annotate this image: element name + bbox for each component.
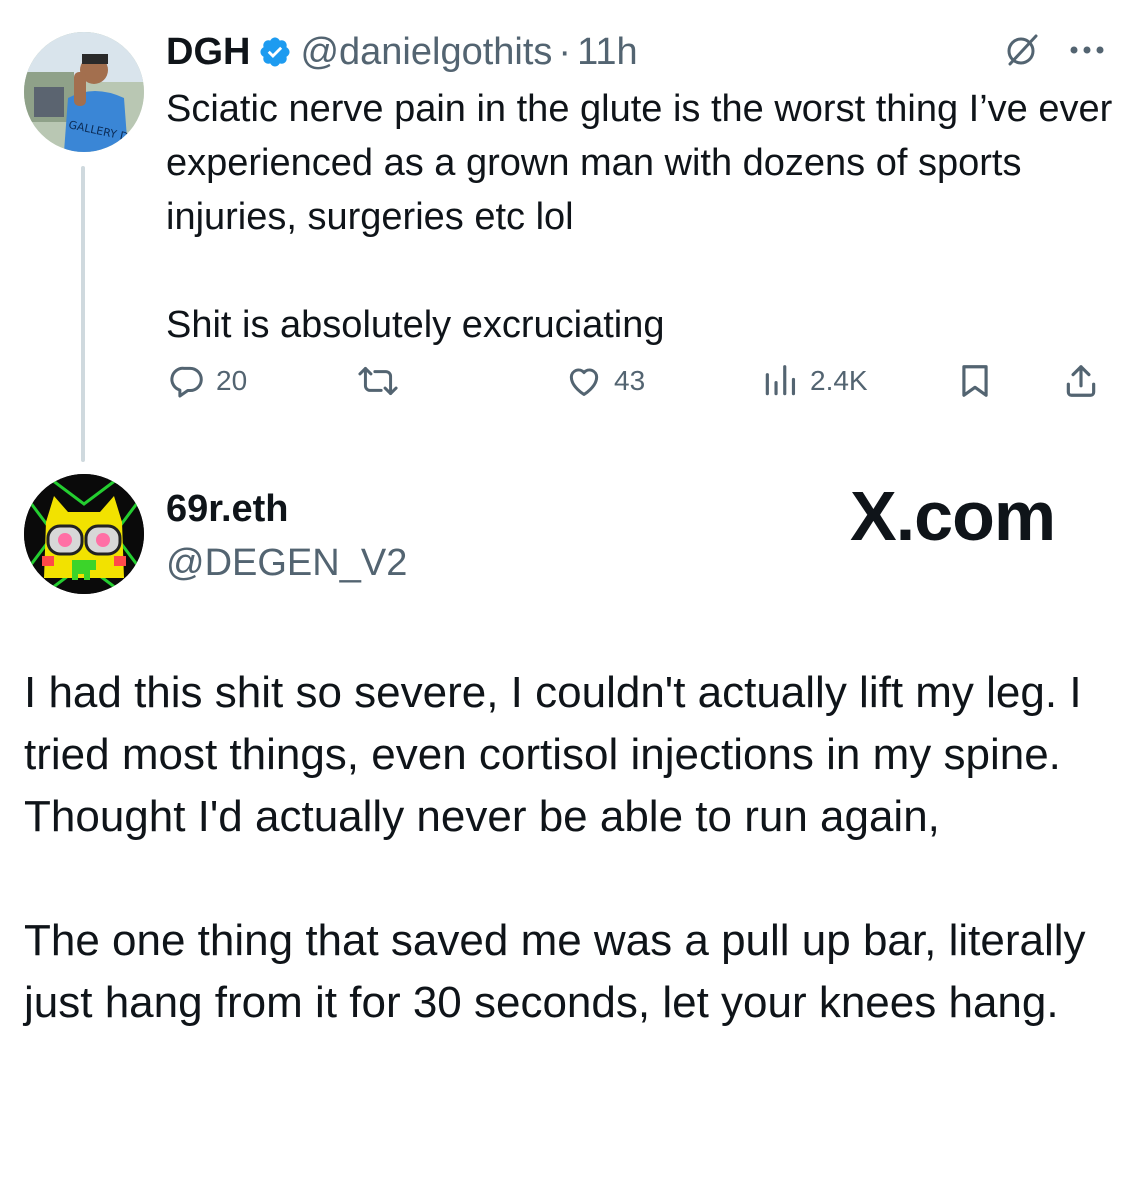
like-icon (569, 368, 599, 396)
tweet-paragraph: Sciatic nerve pain in the glute is the w… (166, 88, 1113, 238)
like-button[interactable]: 43 (564, 362, 645, 400)
author-handle[interactable]: @danielgothits (300, 31, 552, 74)
bookmark-icon (962, 365, 988, 397)
reply-count: 20 (216, 365, 248, 396)
share-button[interactable] (1062, 362, 1100, 400)
reply-button[interactable]: 20 (168, 362, 247, 400)
author-avatar[interactable]: GALLERY DEPT (24, 32, 144, 152)
reply-author-avatar[interactable] (24, 474, 144, 594)
bookmark-button[interactable] (958, 362, 992, 400)
tweet-action-bar: 20 43 2.4K (166, 362, 1106, 410)
grok-icon[interactable] (1002, 30, 1042, 70)
tweet-timestamp[interactable]: 11h (577, 31, 638, 74)
separator-dot: · (558, 30, 572, 73)
avatar-photo: GALLERY DEPT (24, 32, 144, 152)
like-count: 43 (614, 365, 646, 396)
tweet-top-actions (1002, 30, 1104, 70)
share-icon (1066, 365, 1096, 397)
thread-connector-line (81, 166, 85, 462)
repost-button[interactable] (356, 362, 410, 400)
reply-author-name[interactable]: 69r.eth (166, 486, 407, 532)
tweet-paragraph: Shit is absolutely excruciating (166, 304, 665, 346)
reply-text: I had this shit so severe, I couldn't ac… (24, 662, 1114, 1034)
tweet-text: Sciatic nerve pain in the glute is the w… (166, 82, 1116, 352)
more-options-icon[interactable] (1070, 45, 1104, 55)
views-button[interactable]: 2.4K (760, 362, 868, 400)
reply-paragraph: The one thing that saved me was a pull u… (24, 916, 1086, 1027)
tweet-header: DGH @danielgothits · 11h (166, 28, 638, 76)
repost-icon (358, 366, 398, 396)
author-name[interactable]: DGH (166, 31, 250, 74)
verified-badge-icon (260, 37, 290, 67)
reply-paragraph: I had this shit so severe, I couldn't ac… (24, 668, 1082, 841)
reply-header: 69r.eth @DEGEN_V2 (166, 486, 407, 586)
reply-author-handle[interactable]: @DEGEN_V2 (166, 540, 407, 586)
views-icon (765, 365, 796, 396)
xcom-watermark: X.com (850, 477, 1056, 555)
pixel-art-avatar (24, 474, 144, 594)
view-count: 2.4K (810, 365, 868, 396)
reply-icon (170, 366, 203, 398)
